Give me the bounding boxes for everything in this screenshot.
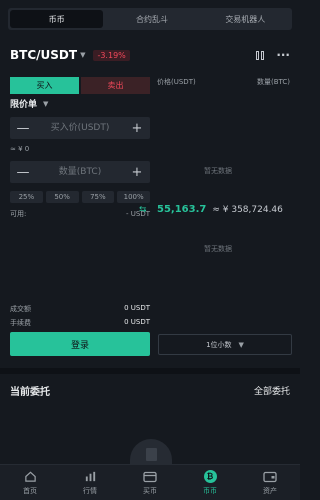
nav-spot[interactable]: ₿ 币币 [180, 465, 240, 500]
tab-contract-battle[interactable]: 合约乱斗 [105, 8, 198, 30]
available-balance: 可用: - USDT [10, 209, 150, 219]
pair-selector[interactable]: BTC/USDT [10, 48, 77, 62]
price-change-badge: -3.19% [93, 49, 130, 61]
percentage-buttons: 25% 50% 75% 100% [10, 191, 150, 203]
last-price-cny: ≈ ¥ 358,724.46 [212, 205, 283, 215]
nav-market-label: 行情 [83, 486, 97, 495]
turnover-label: 成交额 [10, 305, 31, 313]
nav-market[interactable]: 行情 [60, 465, 120, 500]
bids-empty-text: 暂无数据 [204, 245, 232, 253]
pct-50-button[interactable]: 50% [45, 191, 79, 203]
price-increase-button[interactable]: + [124, 121, 150, 136]
buy-sell-toggle: 买入 卖出 [10, 77, 150, 94]
orderbook-price-header: 价格(USDT) [157, 78, 196, 86]
turnover-row: 成交额 0 USDT [10, 304, 150, 314]
pair-header: BTC/USDT ▼ -3.19% ··· [10, 46, 290, 64]
more-icon[interactable]: ··· [276, 48, 290, 62]
caret-down-icon: ▼ [43, 99, 49, 108]
pct-25-button[interactable]: 25% [10, 191, 43, 203]
fee-value: 0 USDT [124, 318, 150, 326]
available-label: 可用: [10, 210, 27, 218]
price-decrease-button[interactable]: — [10, 121, 36, 136]
wallet-icon [263, 470, 277, 484]
amount-input[interactable] [36, 161, 124, 183]
card-icon [143, 470, 157, 484]
current-orders-title: 当前委托 [10, 387, 50, 398]
order-type-selector[interactable]: 限价单 ▼ [10, 97, 49, 111]
nav-home[interactable]: 首页 [0, 465, 60, 500]
tab-trading-bot[interactable]: 交易机器人 [199, 8, 292, 30]
all-orders-link[interactable]: 全部委托 [254, 384, 290, 397]
section-divider [0, 368, 300, 374]
nav-assets-label: 资产 [263, 486, 277, 495]
market-chart-icon [83, 470, 97, 484]
order-type-label: 限价单 [10, 100, 38, 110]
market-tabs: 币币 合约乱斗 交易机器人 [8, 8, 292, 30]
pair-actions: ··· [256, 48, 290, 62]
nav-buy-coin-label: 买币 [143, 486, 157, 495]
caret-down-icon: ▼ [238, 340, 244, 349]
asks-empty-text: 暂无数据 [204, 167, 232, 175]
buy-tab[interactable]: 买入 [10, 77, 79, 94]
last-price: 55,163.7 ≈ ¥ 358,724.46 [157, 204, 283, 215]
fee-row: 手续费 0 USDT [10, 318, 150, 328]
bottom-nav: 首页 行情 买币 ₿ 币币 资产 [0, 464, 300, 500]
candlestick-chart-icon[interactable] [256, 50, 265, 60]
sell-tab[interactable]: 卖出 [81, 77, 150, 94]
price-approx-cny: ≈ ¥ 0 [10, 145, 30, 153]
tab-spot[interactable]: 币币 [10, 10, 104, 28]
nav-spot-label: 币币 [203, 486, 217, 495]
decimal-precision-select[interactable]: 1位小数 ▼ [158, 334, 292, 355]
nav-assets[interactable]: 资产 [240, 465, 300, 500]
caret-down-icon[interactable]: ▼ [80, 51, 85, 59]
last-price-value: 55,163.7 [157, 204, 207, 215]
transfer-icon[interactable]: ⇆ [139, 205, 147, 215]
home-icon [23, 470, 37, 484]
coin-icon: ₿ [203, 470, 217, 484]
amount-decrease-button[interactable]: — [10, 165, 36, 180]
orderbook-amount-header: 数量(BTC) [256, 78, 290, 86]
turnover-value: 0 USDT [124, 304, 150, 312]
pct-75-button[interactable]: 75% [81, 191, 115, 203]
pct-100-button[interactable]: 100% [117, 191, 150, 203]
nav-buy-coin[interactable]: 买币 [120, 465, 180, 500]
price-stepper: — + [10, 117, 150, 139]
amount-stepper: — + [10, 161, 150, 183]
amount-increase-button[interactable]: + [124, 165, 150, 180]
price-input[interactable] [36, 117, 124, 139]
decimal-precision-value: 1位小数 [206, 340, 232, 349]
fee-label: 手续费 [10, 319, 31, 327]
nav-home-label: 首页 [23, 486, 37, 495]
login-button[interactable]: 登录 [10, 332, 150, 356]
